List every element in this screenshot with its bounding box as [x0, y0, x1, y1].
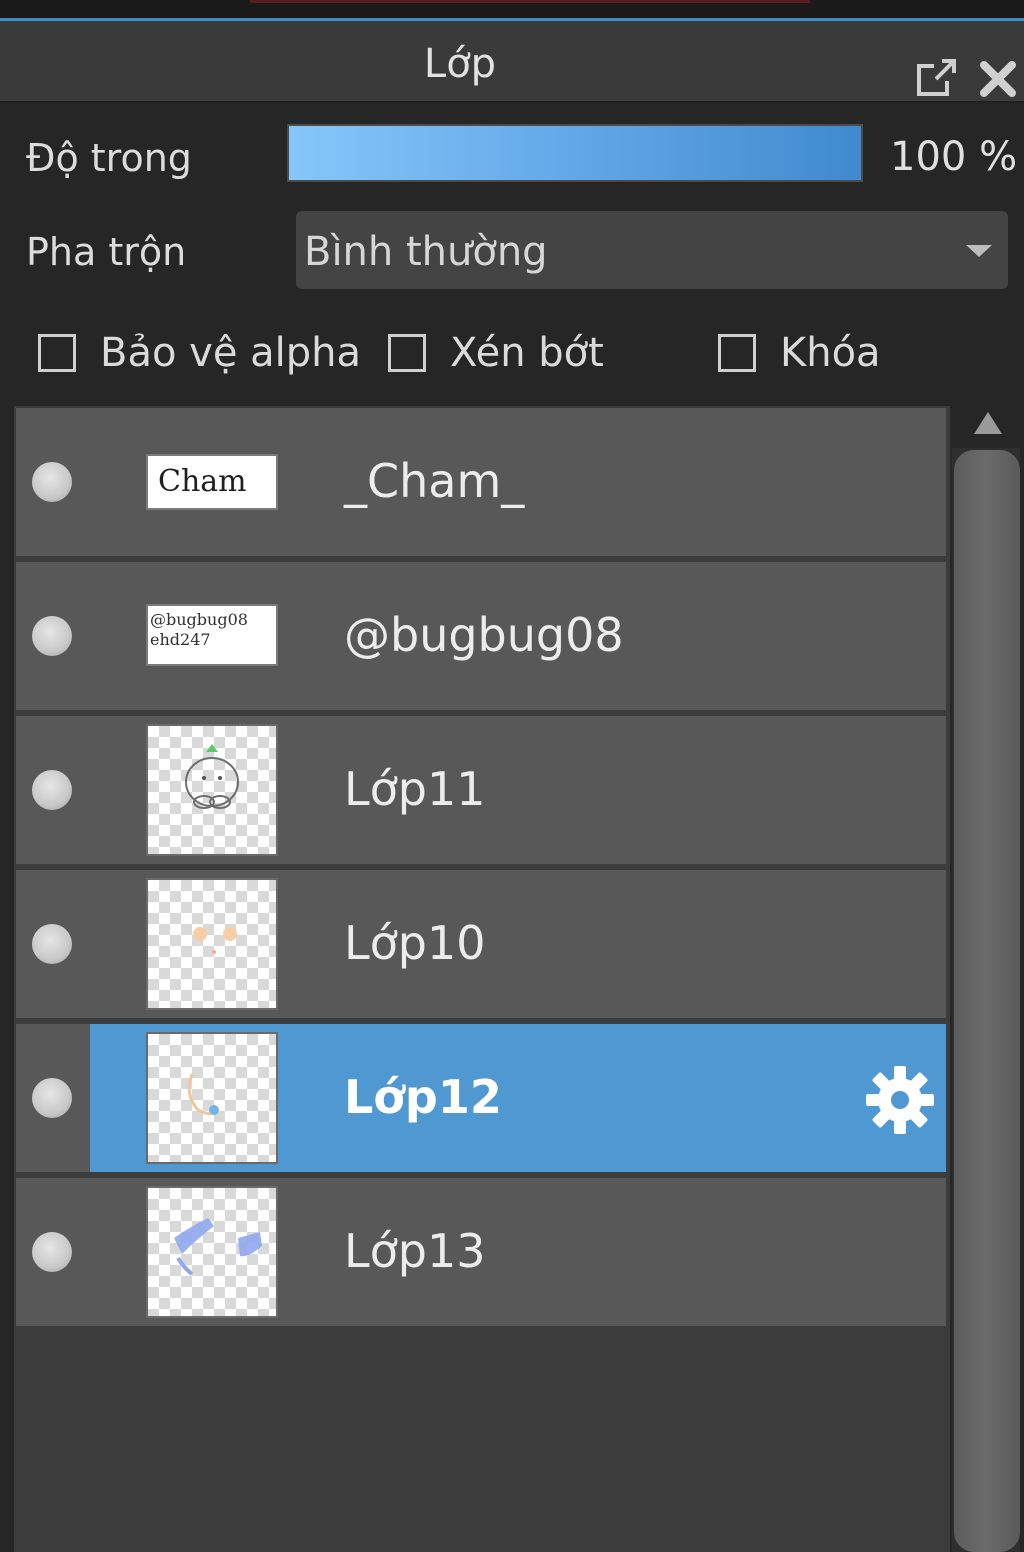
opacity-label: Độ trong: [26, 136, 192, 180]
blend-label: Pha trộn: [26, 230, 187, 274]
close-icon[interactable]: [976, 57, 1020, 101]
layer-thumbnail: [146, 724, 278, 856]
visibility-toggle[interactable]: [32, 616, 72, 656]
layer-thumbnail: Cham: [146, 454, 278, 510]
layer-name: Lớp11: [344, 762, 486, 816]
chevron-down-icon: [966, 245, 992, 257]
layer-list: Cham _Cham_ @bugbug08 ehd247 @bugbug08 L…: [14, 406, 950, 1552]
layer-name: _Cham_: [344, 454, 525, 508]
popout-icon[interactable]: [916, 57, 958, 99]
layer-item-selected[interactable]: Lớp12: [16, 1024, 946, 1172]
layer-name: Lớp13: [344, 1224, 486, 1278]
checkbox-box: [718, 334, 756, 372]
visibility-toggle[interactable]: [32, 770, 72, 810]
layer-thumbnail: [146, 1186, 278, 1318]
visibility-toggle[interactable]: [32, 1078, 72, 1118]
scrollbar-thumb[interactable]: [954, 450, 1020, 1552]
layer-item[interactable]: Cham _Cham_: [16, 408, 946, 556]
blush-sketch-icon: [193, 927, 237, 954]
visibility-toggle[interactable]: [32, 1232, 72, 1272]
layer-name: Lớp12: [344, 1070, 502, 1124]
layer-thumbnail: @bugbug08 ehd247: [146, 604, 278, 666]
panel-title: Lớp: [423, 41, 497, 87]
layer-item[interactable]: @bugbug08 ehd247 @bugbug08: [16, 562, 946, 710]
blend-mode-value: Bình thường: [304, 229, 548, 275]
layer-thumbnail: [146, 1032, 278, 1164]
panel-titlebar: Lớp: [0, 21, 1024, 103]
layer-name: @bugbug08: [344, 608, 624, 662]
checkbox-box: [38, 334, 76, 372]
alpha-protect-label: Bảo vệ alpha: [100, 330, 362, 376]
thumbnail-text: Cham: [158, 464, 247, 499]
gear-icon[interactable]: [864, 1064, 936, 1136]
lock-label: Khóa: [780, 330, 881, 376]
layer-thumbnail: [146, 878, 278, 1010]
layer-name: Lớp10: [344, 916, 486, 970]
visibility-toggle[interactable]: [32, 462, 72, 502]
lock-checkbox[interactable]: Khóa: [718, 330, 898, 376]
alpha-protect-checkbox[interactable]: Bảo vệ alpha: [38, 330, 362, 376]
blend-mode-select[interactable]: Bình thường: [296, 211, 1008, 289]
opacity-value: 100 %: [890, 134, 1018, 180]
thumbnail-text: @bugbug08 ehd247: [150, 610, 248, 649]
outline-sketch-icon: [187, 1073, 219, 1116]
checkbox-box: [388, 334, 426, 372]
opacity-slider[interactable]: [287, 124, 863, 182]
clipping-label: Xén bớt: [450, 330, 604, 376]
character-sketch-icon: [185, 744, 239, 809]
layer-item[interactable]: Lớp13: [16, 1178, 946, 1326]
layer-item[interactable]: Lớp11: [16, 716, 946, 864]
scroll-up-arrow-icon[interactable]: [970, 408, 1006, 438]
clipping-checkbox[interactable]: Xén bớt: [388, 330, 618, 376]
shading-sketch-icon: [174, 1218, 262, 1276]
visibility-toggle[interactable]: [32, 924, 72, 964]
layer-item[interactable]: Lớp10: [16, 870, 946, 1018]
top-red-line: [250, 0, 810, 3]
top-strip: [0, 0, 1024, 21]
